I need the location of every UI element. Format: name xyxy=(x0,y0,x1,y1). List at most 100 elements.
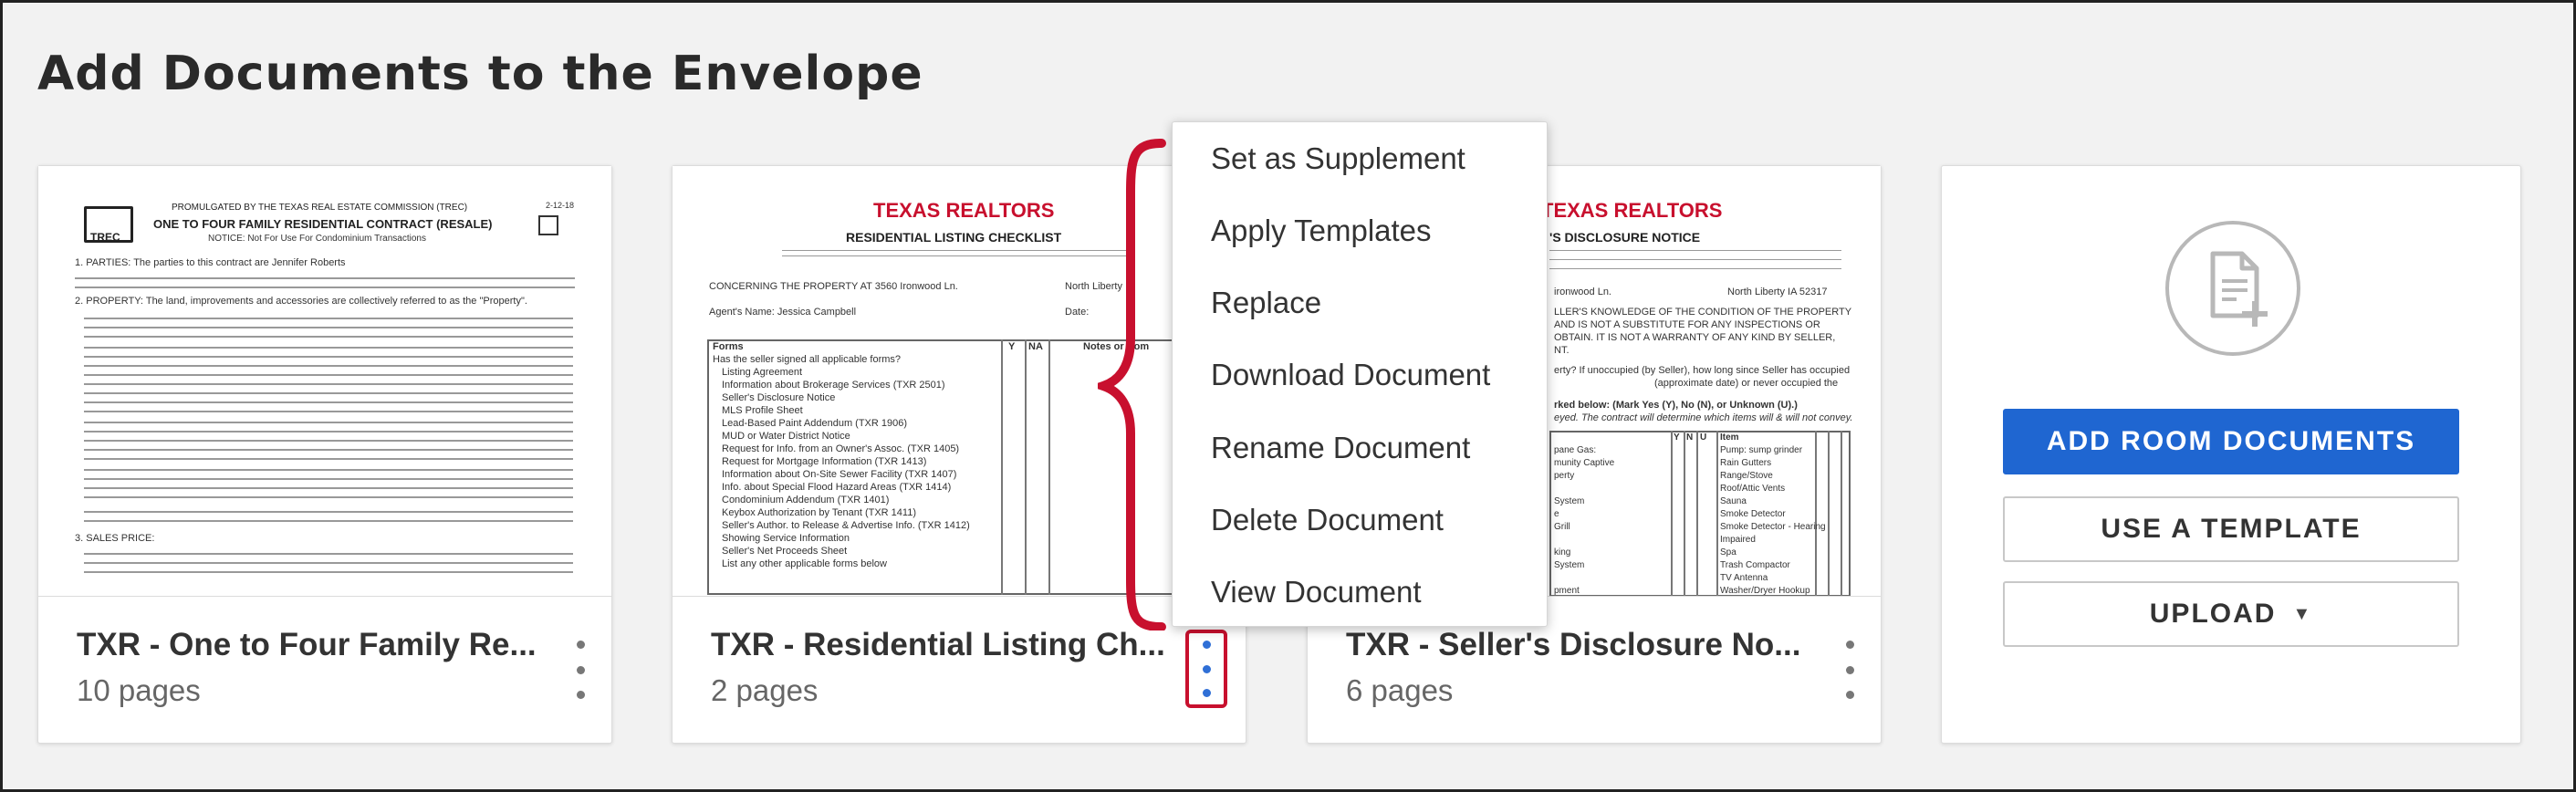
doc-title: RESIDENTIAL LISTING CHECKLIST xyxy=(846,230,1062,245)
doc-title: ONE TO FOUR FAMILY RESIDENTIAL CONTRACT … xyxy=(153,217,493,231)
checklist-row: MUD or Water District Notice xyxy=(722,431,850,442)
disclosure-item: Grill xyxy=(1554,522,1570,532)
document-name: TXR - One to Four Family Re... xyxy=(77,627,537,662)
checklist-row: Information about Brokerage Services (TX… xyxy=(722,380,945,391)
checklist-row: MLS Profile Sheet xyxy=(722,405,803,416)
col-na: NA xyxy=(1028,341,1043,352)
document-thumbnail[interactable]: PROMULGATED BY THE TEXAS REAL ESTATE COM… xyxy=(38,166,611,597)
add-room-documents-button[interactable]: ADD ROOM DOCUMENTS xyxy=(2003,409,2459,474)
menu-item-set-as-supplement[interactable]: Set as Supplement xyxy=(1211,130,1465,188)
checklist-row: Seller's Net Proceeds Sheet xyxy=(722,546,848,557)
doc-text: OBTAIN. IT IS NOT A WARRANTY OF ANY KIND… xyxy=(1554,332,1836,343)
menu-item-apply-templates[interactable]: Apply Templates xyxy=(1211,202,1432,260)
more-vertical-icon[interactable] xyxy=(1185,630,1227,708)
col-u: U xyxy=(1700,432,1707,443)
doc-text: AND IS NOT A SUBSTITUTE FOR ANY INSPECTI… xyxy=(1554,319,1820,330)
equal-housing-icon xyxy=(538,215,558,235)
doc-header: PROMULGATED BY THE TEXAS REAL ESTATE COM… xyxy=(172,203,468,213)
col-item: Item xyxy=(1720,432,1739,443)
disclosure-item: Range/Stove xyxy=(1720,471,1773,481)
doc-text: CONCERNING THE PROPERTY AT 3560 Ironwood… xyxy=(709,281,958,292)
doc-title: 'S DISCLOSURE NOTICE xyxy=(1549,230,1701,245)
disclosure-item: Smoke Detector xyxy=(1720,509,1786,519)
menu-item-replace[interactable]: Replace xyxy=(1211,274,1321,332)
menu-item-rename-document[interactable]: Rename Document xyxy=(1211,419,1470,477)
document-page-count: 6 pages xyxy=(1346,673,1454,707)
disclosure-item: perty xyxy=(1554,471,1575,481)
doc-text: Agent's Name: Jessica Campbell xyxy=(709,307,857,318)
disclosure-item: pane Gas: xyxy=(1554,445,1597,455)
doc-text: LLER'S KNOWLEDGE OF THE CONDITION OF THE… xyxy=(1554,307,1852,318)
document-name: TXR - Seller's Disclosure No... xyxy=(1346,627,1801,662)
checklist-row: Lead-Based Paint Addendum (TXR 1906) xyxy=(722,418,908,429)
upload-button[interactable]: UPLOAD ▼ xyxy=(2003,581,2459,647)
disclosure-item: Impaired xyxy=(1720,535,1756,545)
disclosure-item: pment xyxy=(1554,586,1580,596)
doc-text: ironwood Ln. xyxy=(1554,287,1611,297)
disclosure-item: Washer/Dryer Hookup xyxy=(1720,586,1810,596)
document-card[interactable]: PROMULGATED BY THE TEXAS REAL ESTATE COM… xyxy=(37,165,612,744)
doc-text: NT. xyxy=(1554,345,1570,356)
doc-text: eyed. The contract will determine which … xyxy=(1554,412,1853,423)
doc-text: 1. PARTIES: The parties to this contract… xyxy=(75,257,346,268)
texas-realtors-logo: TEXAS REALTORS xyxy=(873,199,1055,222)
document-page-count: 10 pages xyxy=(77,673,201,707)
trec-logo-text: TREC xyxy=(90,231,120,244)
menu-item-view-document[interactable]: View Document xyxy=(1211,563,1422,621)
doc-notice: NOTICE: Not For Use For Condominium Tran… xyxy=(208,234,426,244)
add-documents-card: ADD ROOM DOCUMENTS USE A TEMPLATE UPLOAD… xyxy=(1941,165,2521,744)
app-frame: Add Documents to the Envelope PROMULGATE… xyxy=(0,0,2576,792)
checklist-row: Seller's Author. to Release & Advertise … xyxy=(722,520,970,531)
doc-text: (approximate date) or never occupied the xyxy=(1654,378,1839,389)
more-vertical-icon[interactable] xyxy=(562,633,599,706)
document-name: TXR - Residential Listing Ch... xyxy=(711,627,1165,662)
disclosure-item: e xyxy=(1554,509,1559,519)
doc-date: 2-12-18 xyxy=(546,201,575,210)
checklist-row: Listing Agreement xyxy=(722,367,803,378)
doc-text: 3. SALES PRICE: xyxy=(75,533,155,544)
doc-text: Date: xyxy=(1065,307,1090,318)
more-vertical-icon[interactable] xyxy=(1831,633,1868,706)
page-title: Add Documents to the Envelope xyxy=(37,47,923,101)
menu-item-download-document[interactable]: Download Document xyxy=(1211,346,1490,404)
checklist-row: Has the seller signed all applicable for… xyxy=(713,354,902,365)
annotation-brace xyxy=(1098,139,1166,630)
checklist-row: Showing Service Information xyxy=(722,533,850,544)
document-preview: PROMULGATED BY THE TEXAS REAL ESTATE COM… xyxy=(71,199,582,596)
checklist-row: Condominium Addendum (TXR 1401) xyxy=(722,495,890,505)
col-forms: Forms xyxy=(713,341,744,352)
disclosure-item: Spa xyxy=(1720,547,1736,558)
checklist-row: Keybox Authorization by Tenant (TXR 1411… xyxy=(722,507,916,518)
document-context-menu: Set as Supplement Apply Templates Replac… xyxy=(1172,121,1548,627)
texas-realtors-logo: TEXAS REALTORS xyxy=(1541,199,1723,222)
checklist-row: Info. about Special Flood Hazard Areas (… xyxy=(722,482,952,493)
disclosure-item: TV Antenna xyxy=(1720,573,1768,583)
caret-down-icon: ▼ xyxy=(2292,603,2313,624)
doc-text: North Liberty IA 52317 xyxy=(1727,287,1828,297)
checklist-row: List any other applicable forms below xyxy=(722,558,887,569)
doc-text: 2. PROPERTY: The land, improvements and … xyxy=(75,296,527,307)
doc-text: erty? If unoccupied (by Seller), how lon… xyxy=(1554,365,1851,376)
checklist-row: Information about On-Site Sewer Facility… xyxy=(722,469,957,480)
add-document-icon xyxy=(2165,221,2300,356)
disclosure-item: Smoke Detector - Hearing xyxy=(1720,522,1826,532)
doc-text: rked below: (Mark Yes (Y), No (N), or Un… xyxy=(1554,400,1798,411)
trec-logo: TREC xyxy=(84,206,133,244)
checklist-row: Request for Mortgage Information (TXR 14… xyxy=(722,456,927,467)
disclosure-item: Rain Gutters xyxy=(1720,458,1772,468)
document-page-count: 2 pages xyxy=(711,673,819,707)
disclosure-item: System xyxy=(1554,560,1585,570)
menu-item-delete-document[interactable]: Delete Document xyxy=(1211,491,1444,549)
col-y: Y xyxy=(1674,432,1680,443)
disclosure-item: Roof/Attic Vents xyxy=(1720,484,1786,494)
upload-button-label: UPLOAD xyxy=(2149,599,2277,629)
disclosure-item: System xyxy=(1554,496,1585,506)
disclosure-item: Pump: sump grinder xyxy=(1720,445,1803,455)
disclosure-item: Sauna xyxy=(1720,496,1747,506)
use-template-button[interactable]: USE A TEMPLATE xyxy=(2003,496,2459,562)
disclosure-item: Trash Compactor xyxy=(1720,560,1790,570)
checklist-row: Request for Info. from an Owner's Assoc.… xyxy=(722,443,960,454)
checklist-row: Seller's Disclosure Notice xyxy=(722,392,836,403)
col-n: N xyxy=(1686,432,1694,443)
col-y: Y xyxy=(1008,341,1016,352)
